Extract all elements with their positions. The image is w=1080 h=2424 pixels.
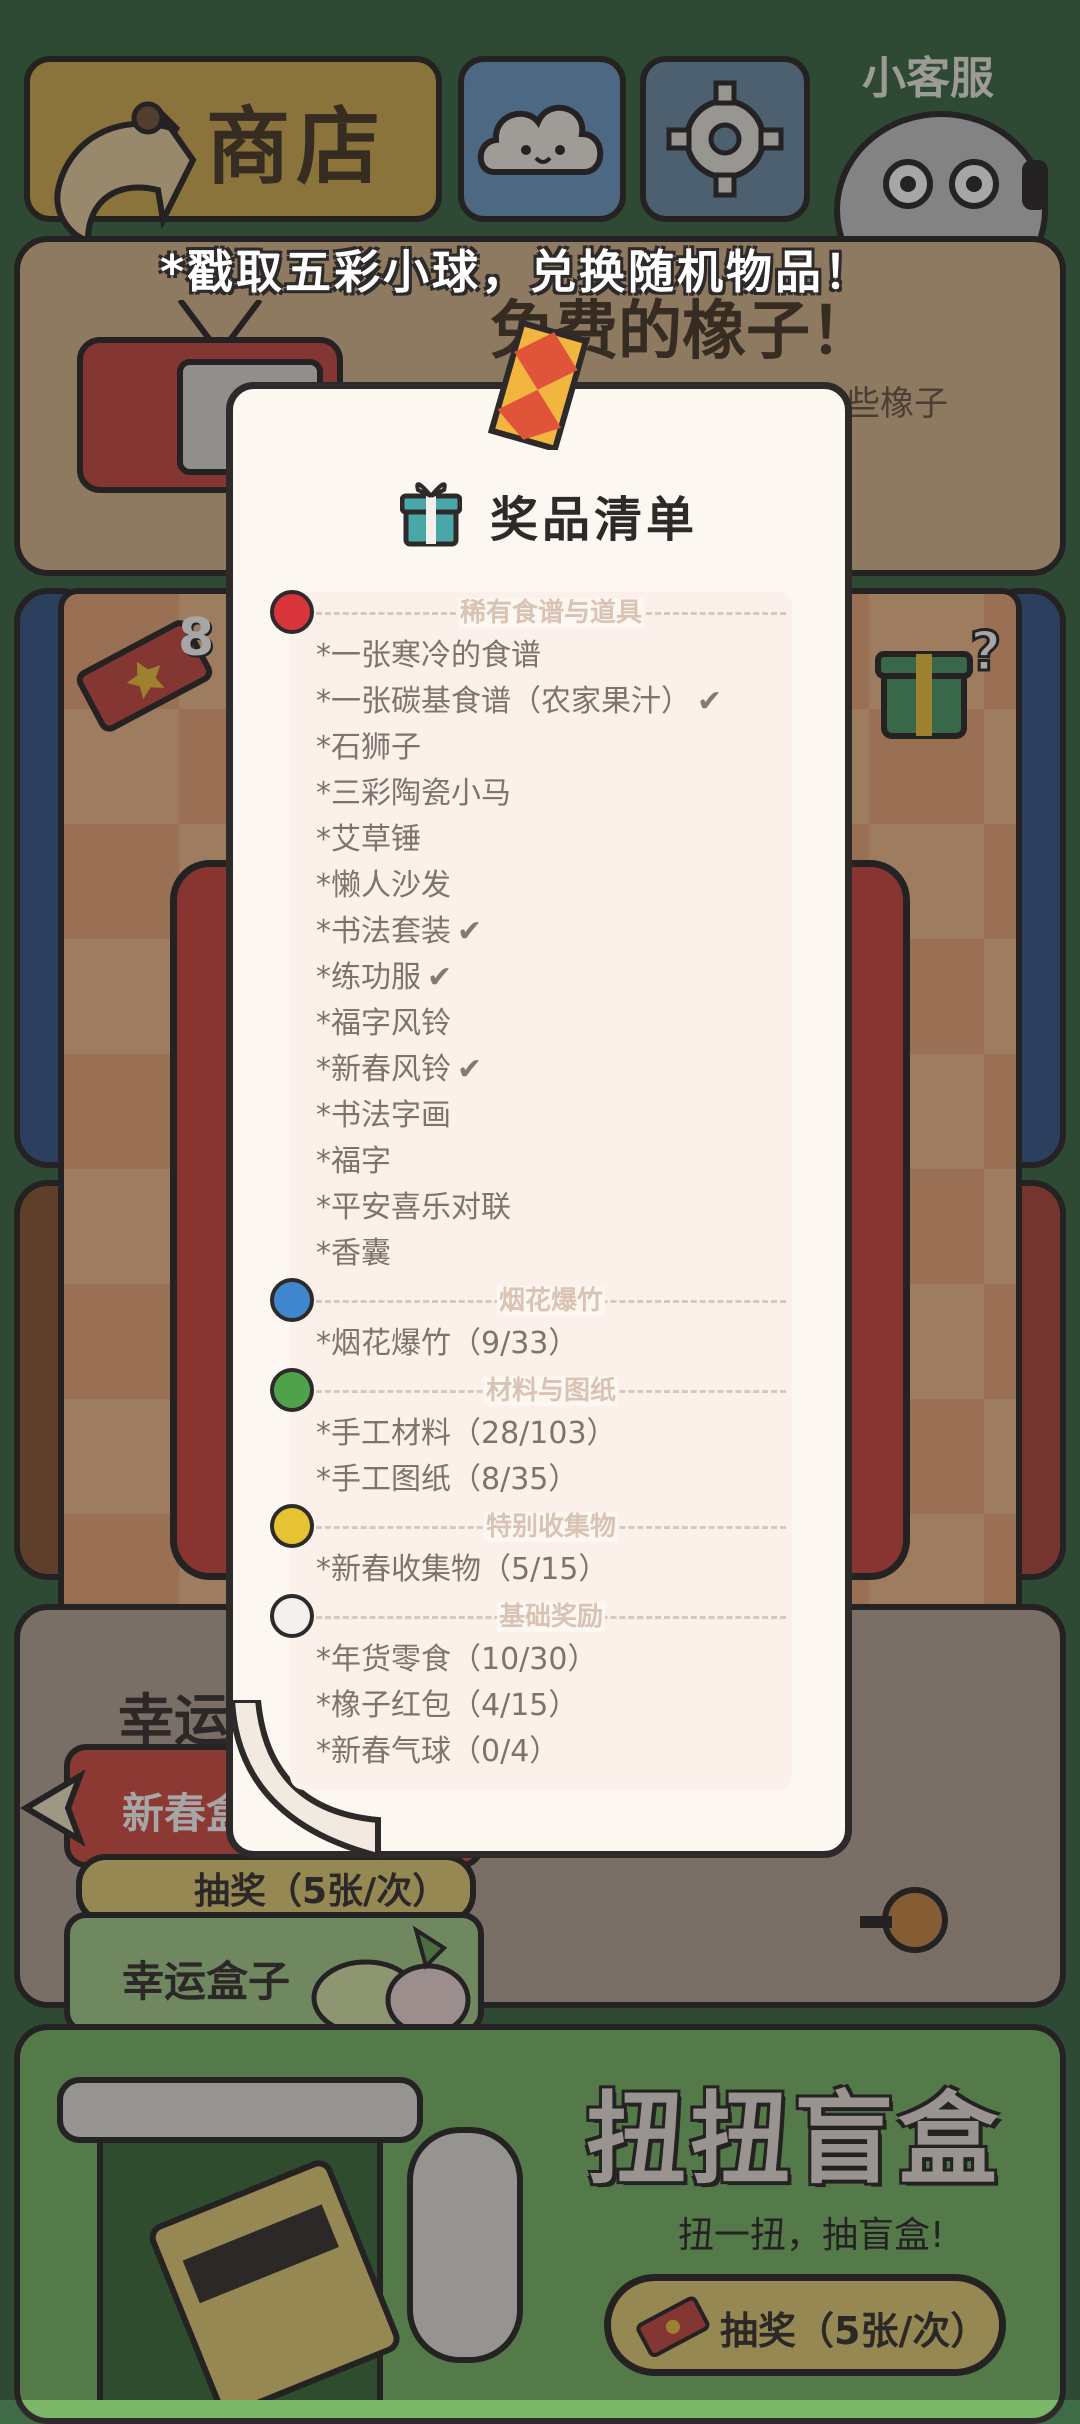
prize-item: *烟花爆竹（9/33） [316, 1318, 578, 1362]
prize-item: *一张寒冷的食谱 [316, 630, 541, 674]
prize-item-label: *福字风铃 [316, 1006, 451, 1041]
prize-item-label: *新春风铃 [316, 1052, 451, 1087]
prize-item-label: *新春气球（0/4） [316, 1734, 560, 1769]
category-ball-icon [270, 1504, 314, 1548]
category-label: 烟花爆竹 [316, 1280, 786, 1317]
prize-item: *香囊 [316, 1228, 391, 1272]
prize-item: *年货零食（10/30） [316, 1634, 597, 1678]
prize-item: *书法字画 [316, 1090, 451, 1134]
prize-item: *三彩陶瓷小马 [316, 768, 511, 812]
category-header: 稀有食谱与道具 [316, 592, 786, 632]
prize-item: *练功服 ✔ [316, 952, 452, 996]
category-label: 特别收集物 [316, 1506, 786, 1543]
category-header: 烟花爆竹 [316, 1280, 786, 1320]
prize-item: *福字 [316, 1136, 391, 1180]
category-ball-icon [270, 1368, 314, 1412]
prize-item: *手工材料（28/103） [316, 1408, 617, 1452]
prize-list-title: 奖品清单 [490, 492, 699, 548]
prize-item-label: *懒人沙发 [316, 868, 451, 903]
prize-item-label: *练功服 [316, 960, 421, 995]
category-label-text: 特别收集物 [483, 1512, 618, 1542]
tip-text: *戳取五彩小球，兑换随机物品！ [160, 245, 874, 299]
prize-item-label: *新春收集物（5/15） [316, 1552, 609, 1587]
prize-item-label: *三彩陶瓷小马 [316, 776, 511, 811]
category-label: 材料与图纸 [316, 1370, 786, 1407]
prize-item-label: *手工材料（28/103） [316, 1416, 617, 1451]
prize-item: *新春气球（0/4） [316, 1726, 559, 1770]
prize-item: *新春风铃 ✔ [316, 1044, 482, 1088]
prize-item: *书法套装 ✔ [316, 906, 482, 950]
checkmark-icon: ✔ [457, 1052, 483, 1087]
prize-item: *福字风铃 [316, 998, 451, 1042]
prize-item: *一张碳基食谱（农家果汁） ✔ [316, 676, 722, 720]
prize-item: *平安喜乐对联 [316, 1182, 511, 1226]
category-label-text: 稀有食谱与道具 [457, 598, 644, 628]
checkmark-icon: ✔ [697, 684, 723, 719]
prize-item: *橡子红包（4/15） [316, 1680, 578, 1724]
category-label: 稀有食谱与道具 [316, 592, 786, 629]
prize-item-label: *书法字画 [316, 1098, 451, 1133]
prize-item: *懒人沙发 [316, 860, 451, 904]
category-ball-icon [270, 590, 314, 634]
prize-item: *石狮子 [316, 722, 421, 766]
prize-item-label: *一张碳基食谱（农家果汁） [316, 684, 691, 719]
prize-item-label: *平安喜乐对联 [316, 1190, 511, 1225]
category-ball-icon [270, 1278, 314, 1322]
prize-item-label: *橡子红包（4/15） [316, 1688, 579, 1723]
category-header: 基础奖励 [316, 1596, 786, 1636]
prize-item-label: *香囊 [316, 1236, 391, 1271]
category-label-text: 材料与图纸 [483, 1376, 618, 1406]
prize-item-label: *烟花爆竹（9/33） [316, 1326, 579, 1361]
prize-item-label: *书法套装 [316, 914, 451, 949]
prize-item-label: *手工图纸（8/35） [316, 1462, 579, 1497]
gift-icon [399, 476, 463, 548]
category-label: 基础奖励 [316, 1596, 786, 1633]
category-ball-icon [270, 1594, 314, 1638]
checkmark-icon: ✔ [457, 914, 483, 949]
prize-item-label: *年货零食（10/30） [316, 1642, 598, 1677]
prize-item: *手工图纸（8/35） [316, 1454, 578, 1498]
prize-item: *新春收集物（5/15） [316, 1544, 608, 1588]
prize-item-label: *艾草锤 [316, 822, 421, 857]
prize-item-label: *一张寒冷的食谱 [316, 638, 541, 673]
category-header: 材料与图纸 [316, 1370, 786, 1410]
prize-item: *艾草锤 [316, 814, 421, 858]
category-label-text: 烟花爆竹 [496, 1286, 605, 1316]
prize-item-label: *石狮子 [316, 730, 421, 765]
category-label-text: 基础奖励 [496, 1602, 605, 1632]
prize-item-label: *福字 [316, 1144, 391, 1179]
category-header: 特别收集物 [316, 1506, 786, 1546]
paper-tape-icon [484, 319, 594, 453]
checkmark-icon: ✔ [427, 960, 453, 995]
